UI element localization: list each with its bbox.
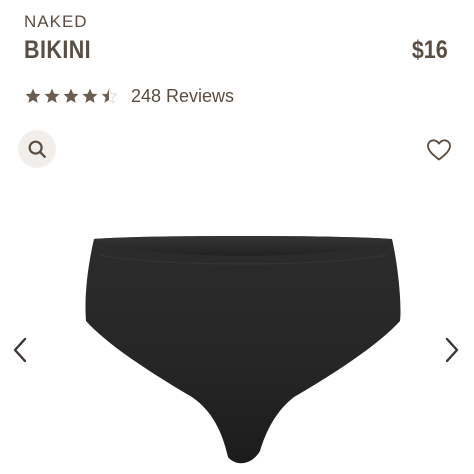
wishlist-button[interactable]: [426, 138, 452, 162]
rating-row[interactable]: 248 Reviews: [24, 84, 234, 108]
product-line-label: NAKED: [24, 12, 88, 31]
reviews-link[interactable]: 248 Reviews: [131, 86, 234, 107]
product-image: [85, 236, 401, 464]
product-price: $16: [412, 36, 448, 64]
star-icon: [63, 88, 79, 103]
zoom-search-button[interactable]: [18, 130, 56, 168]
chevron-right-icon: [445, 337, 459, 363]
next-image-button[interactable]: [442, 336, 462, 364]
star-icon: [44, 88, 60, 103]
chevron-left-icon: [13, 337, 27, 363]
star-rating: [24, 87, 119, 105]
previous-image-button[interactable]: [10, 336, 30, 364]
half-star-icon: [100, 87, 118, 104]
product-page: NAKED BIKINI $16 248 Reviews: [0, 0, 474, 474]
heart-icon: [427, 139, 451, 161]
star-icon: [82, 88, 98, 103]
star-icon: [25, 88, 41, 103]
product-name: BIKINI: [24, 36, 92, 64]
search-icon: [28, 140, 46, 158]
